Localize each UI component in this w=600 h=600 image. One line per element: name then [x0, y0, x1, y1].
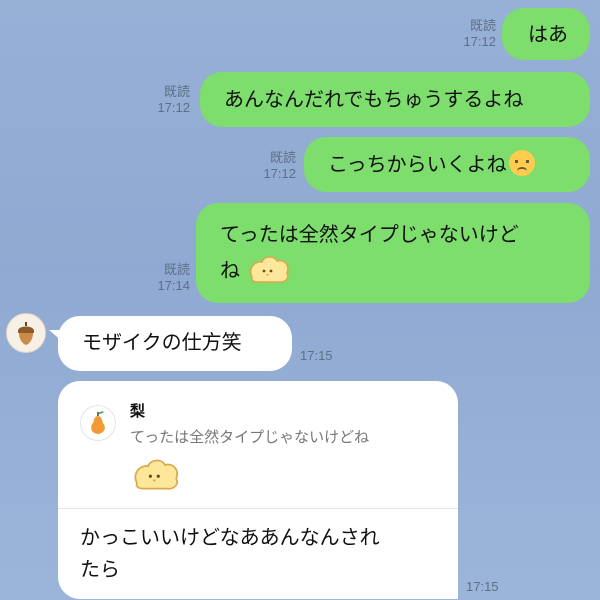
timestamp: 17:12	[263, 166, 296, 181]
timestamp: 17:12	[157, 100, 190, 115]
message-text: あんなんだれでもちゅうするよね	[224, 87, 524, 111]
reply-message-bubble[interactable]: 梨 てったは全然タイプじゃないけどね かっこいいけどなああんなんされ たら	[58, 381, 458, 599]
message-meta-2: 既読 17:12	[146, 84, 190, 116]
chick-sticker-icon	[130, 456, 182, 500]
pear-avatar-icon	[80, 405, 116, 441]
message-bubble[interactable]: はあ	[502, 8, 590, 60]
reply-text: かっこいいけどなああんなんされ たら	[80, 521, 380, 585]
quoted-text: てったは全然タイプじゃないけどね	[130, 428, 370, 446]
message-bubble[interactable]: てったは全然タイプじゃないけど ね	[196, 203, 590, 303]
message-text-line-1: てったは全然タイプじゃないけど	[220, 222, 519, 246]
quoted-message[interactable]: 梨 てったは全然タイプじゃないけどね	[80, 401, 440, 501]
message-text: こっちからいくよね	[328, 152, 507, 176]
message-text: モザイクの仕方笑	[82, 330, 242, 354]
reply-text-line-2: たら	[80, 557, 120, 581]
read-receipt: 既読	[469, 18, 496, 33]
quote-divider	[58, 508, 458, 509]
reply-text-line-1: かっこいいけどなああんなんされ	[80, 525, 380, 549]
message-bubble[interactable]: あんなんだれでもちゅうするよね	[200, 72, 590, 127]
message-text: はあ	[528, 22, 568, 46]
message-meta-4: 既読 17:14	[146, 262, 190, 294]
read-receipt: 既読	[163, 262, 190, 277]
timestamp: 17:15	[466, 579, 499, 594]
acorn-avatar-icon[interactable]	[6, 313, 46, 353]
message-meta-3: 既読 17:12	[252, 150, 296, 182]
message-bubble[interactable]: こっちからいくよね	[304, 137, 590, 192]
message-text-line-2: ね	[220, 258, 240, 282]
timestamp: 17:12	[463, 34, 496, 49]
read-receipt: 既読	[163, 84, 190, 99]
message-bubble[interactable]: モザイクの仕方笑	[49, 316, 292, 371]
message-meta-1: 既読 17:12	[452, 18, 496, 50]
quoted-sender-name: 梨	[130, 402, 146, 420]
timestamp: 17:14	[157, 278, 190, 293]
disappointed-face-icon	[508, 150, 535, 176]
chick-sticker-icon	[246, 253, 290, 283]
read-receipt: 既読	[269, 150, 296, 165]
timestamp: 17:15	[300, 348, 333, 363]
